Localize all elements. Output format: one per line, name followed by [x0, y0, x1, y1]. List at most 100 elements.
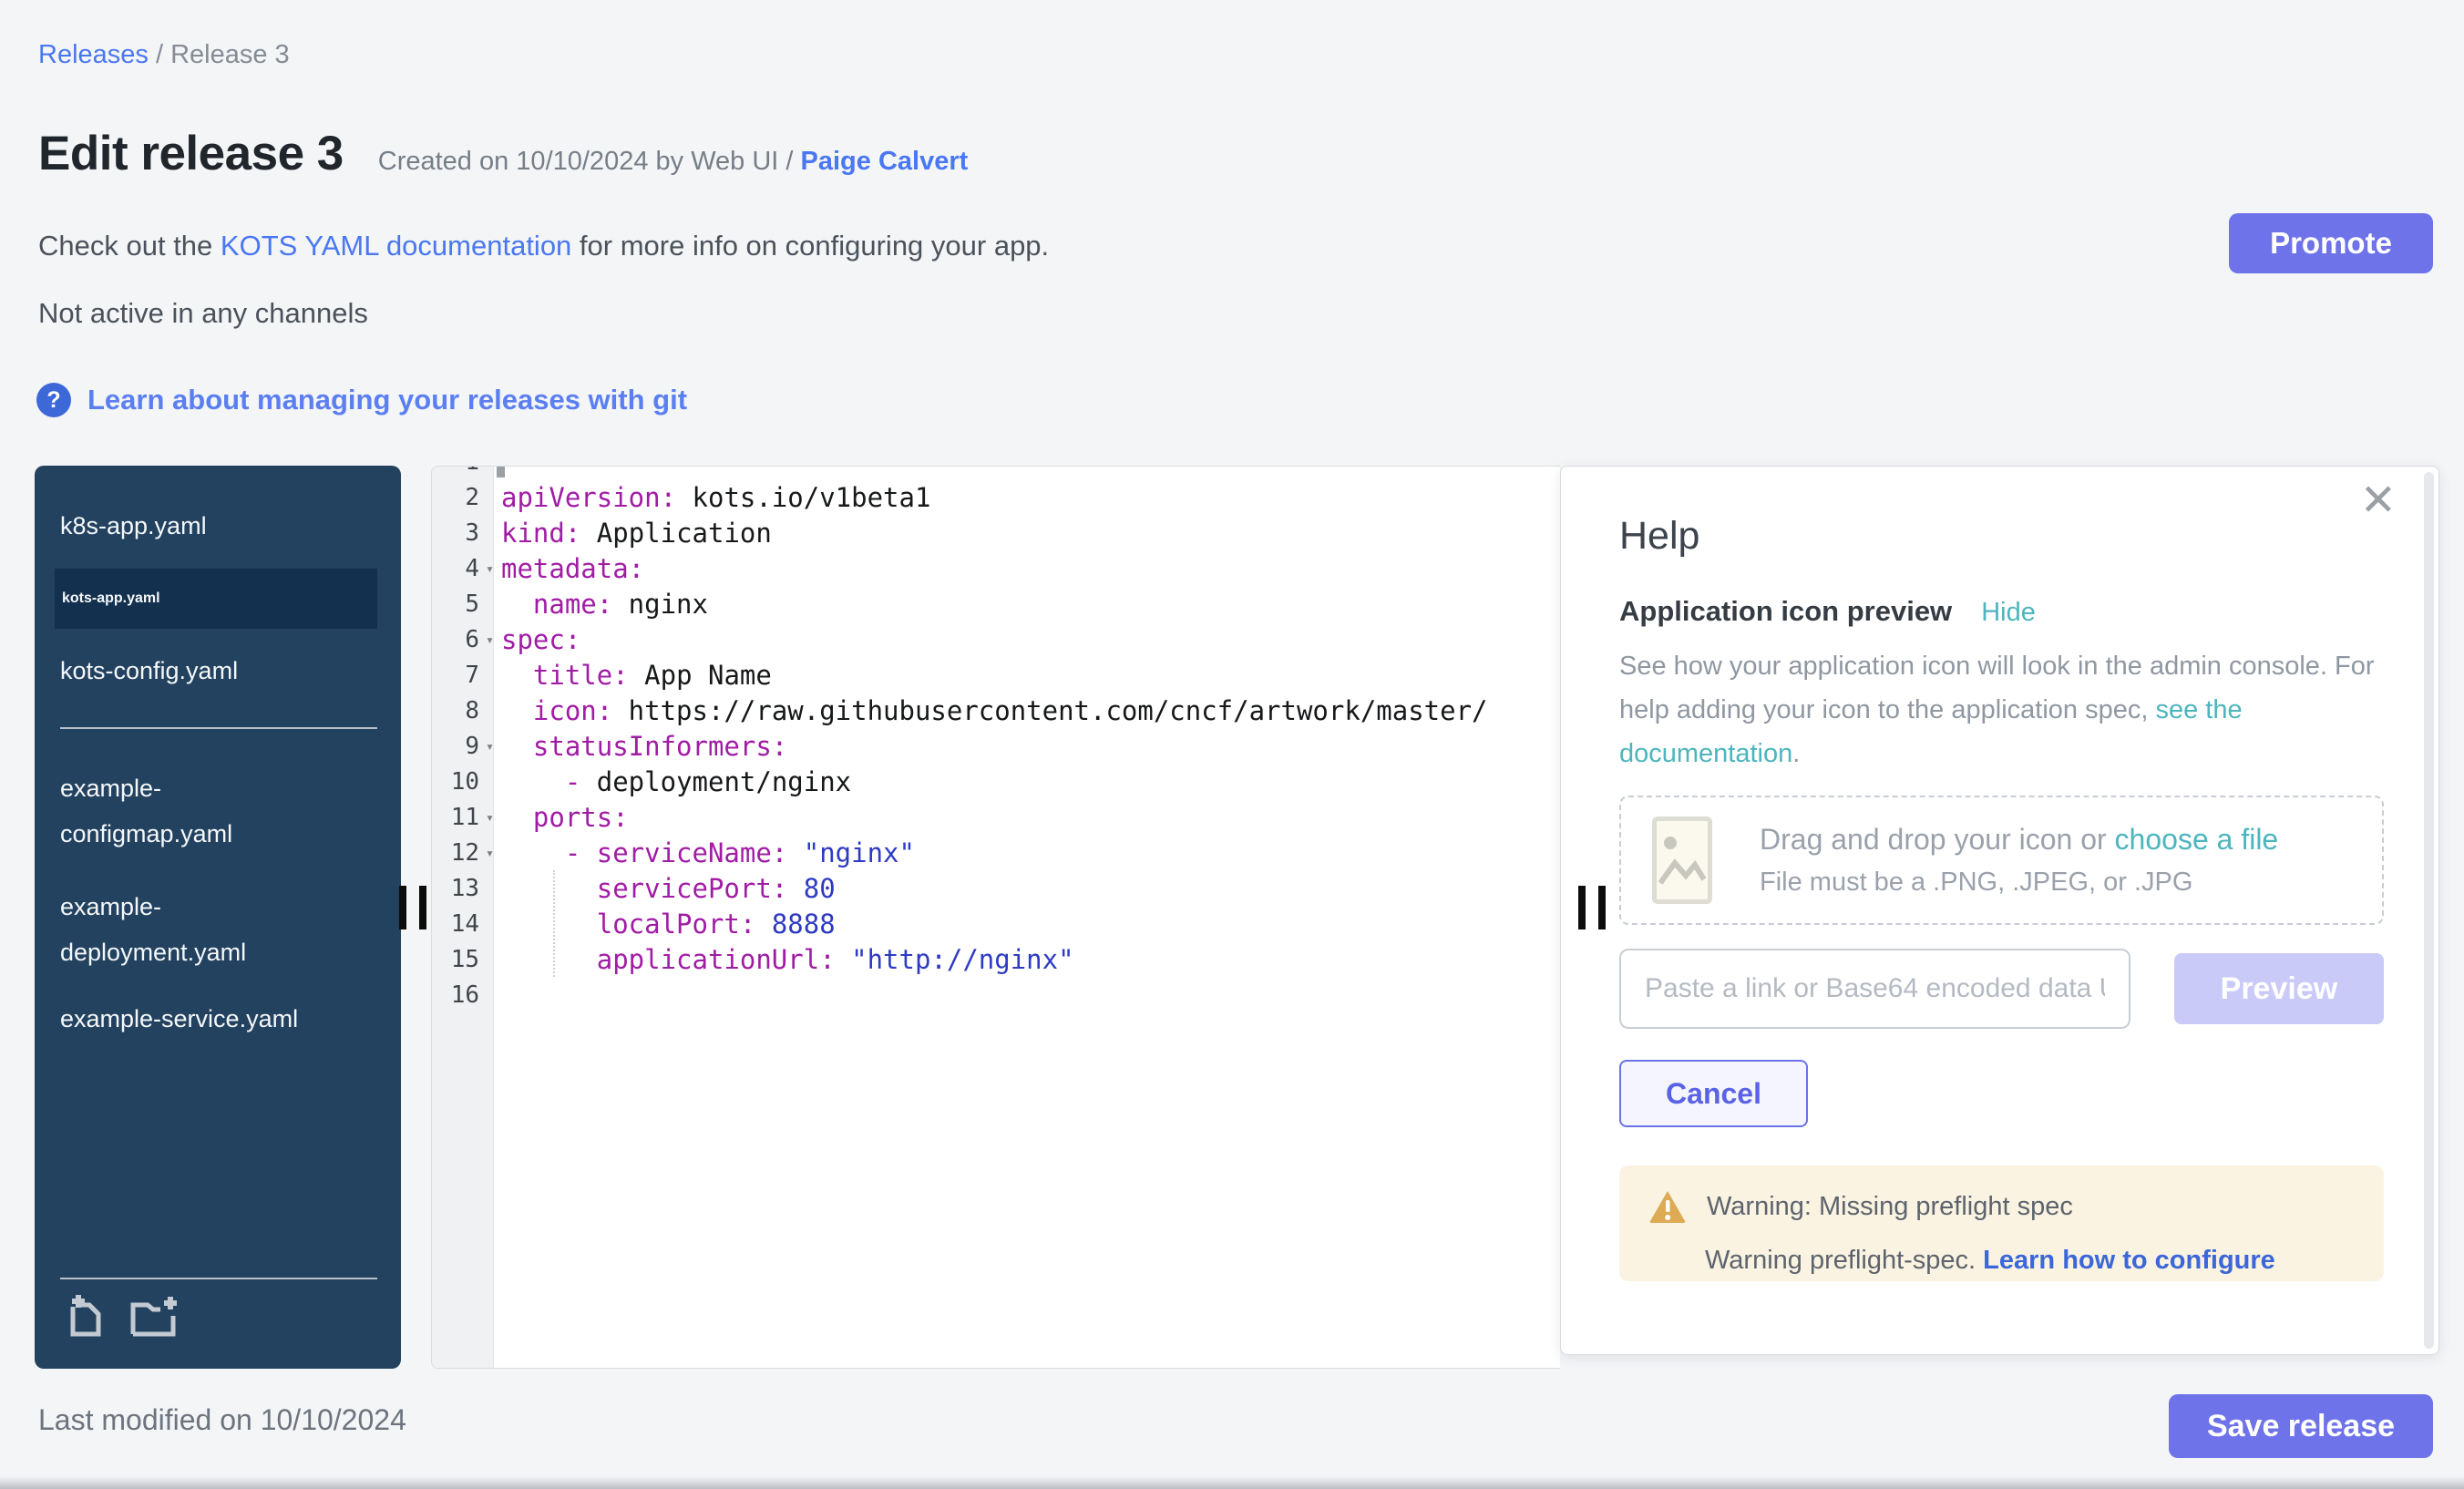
panel-resize-handle-right[interactable] [1578, 886, 1607, 929]
help-description: See how your application icon will look … [1619, 644, 2384, 775]
code-text: spec: [494, 624, 580, 655]
line-number: 8 [432, 697, 494, 724]
code-text: metadata: [494, 553, 644, 584]
file-item-example-service.yaml[interactable]: example-service.yaml [35, 1001, 401, 1037]
edit-release-page: Releases / Release 3 Edit release 3 Crea… [0, 0, 2464, 1489]
file-item-k8s-app.yaml[interactable]: k8s-app.yaml [35, 508, 401, 544]
kots-yaml-doc-link[interactable]: KOTS YAML documentation [221, 230, 571, 262]
intro-post: for more info on configuring your app. [571, 230, 1049, 262]
warning-detail: Warning preflight-spec. [1705, 1246, 1983, 1275]
code-line-9[interactable]: 9▾ statusInformers: [432, 728, 1560, 764]
help-scrollbar[interactable] [2424, 472, 2434, 1349]
editor-cursor [497, 466, 505, 478]
line-number: 15 [432, 946, 494, 973]
close-icon[interactable]: ✕ [2360, 479, 2397, 523]
fold-arrow-icon[interactable]: ▾ [486, 809, 494, 826]
code-text: name: nginx [494, 589, 708, 620]
question-circle-icon: ? [36, 383, 71, 417]
fold-arrow-icon[interactable]: ▾ [486, 632, 494, 648]
panel-resize-handle-left[interactable] [399, 886, 428, 929]
cancel-button[interactable]: Cancel [1619, 1060, 1808, 1127]
code-line-3[interactable]: 3kind: Application [432, 515, 1560, 550]
code-text: statusInformers: [494, 731, 787, 762]
git-help-row[interactable]: ? Learn about managing your releases wit… [36, 383, 687, 417]
breadcrumb-separator: / [149, 40, 170, 69]
code-line-1[interactable]: 1--- [432, 466, 1560, 479]
file-sidebar: k8s-app.yaml kots-app.yaml kots-config.yam… [35, 466, 401, 1369]
created-info: Created on 10/10/2024 by Web UI / Paige … [378, 147, 969, 177]
file-item-kots-app.yaml[interactable]: kots-app.yaml [55, 569, 377, 629]
add-file-icon[interactable] [64, 1294, 106, 1340]
last-modified-text: Last modified on 10/10/2024 [38, 1403, 406, 1437]
preflight-warning-box: Warning: Missing preflight spec Warning … [1619, 1166, 2384, 1281]
promote-button[interactable]: Promote [2229, 213, 2433, 273]
code-text: servicePort: 80 [494, 873, 836, 904]
file-item-kots-config.yaml[interactable]: kots-config.yaml [35, 652, 401, 689]
code-line-14[interactable]: 14 localPort: 8888 [432, 906, 1560, 941]
icon-url-input[interactable] [1619, 949, 2130, 1029]
code-line-8[interactable]: 8 icon: https://raw.githubusercontent.co… [432, 693, 1560, 728]
learn-configure-link[interactable]: Learn how to configure [1983, 1246, 2275, 1275]
created-text: Created on 10/10/2024 by Web UI / [378, 147, 801, 176]
created-author-link[interactable]: Paige Calvert [801, 147, 969, 176]
code-text: kind: Application [494, 518, 772, 549]
file-list: k8s-app.yaml kots-app.yaml kots-config.yam… [35, 466, 401, 1037]
breadcrumb: Releases / Release 3 [38, 40, 290, 70]
code-line-2[interactable]: 2apiVersion: kots.io/v1beta1 [432, 479, 1560, 515]
sidebar-bottom-divider [60, 1278, 377, 1279]
dropzone-filetypes-text: File must be a .PNG, .JPEG, or .JPG [1760, 868, 2278, 898]
code-text: - serviceName: "nginx" [494, 837, 915, 868]
help-title: Help [1619, 514, 2384, 559]
choose-file-link[interactable]: choose a file [2115, 823, 2279, 856]
line-number: 10 [432, 768, 494, 796]
help-desc-text: See how your application icon will look … [1619, 652, 2375, 724]
hide-link[interactable]: Hide [1981, 598, 2036, 628]
line-number: 11▾ [432, 804, 494, 831]
code-line-15[interactable]: 15 applicationUrl: "http://nginx" [432, 941, 1560, 977]
add-folder-icon[interactable] [129, 1294, 179, 1340]
fold-arrow-icon[interactable]: ▾ [486, 560, 494, 577]
intro-line: Check out the KOTS YAML documentation fo… [38, 230, 1049, 262]
code-line-4[interactable]: 4▾metadata: [432, 550, 1560, 586]
code-line-7[interactable]: 7 title: App Name [432, 657, 1560, 693]
file-item-example-configmap.yaml[interactable]: example-configmap.yaml [35, 765, 401, 857]
line-number: 12▾ [432, 839, 494, 867]
line-number: 9▾ [432, 733, 494, 760]
code-line-13[interactable]: 13 servicePort: 80 [432, 870, 1560, 906]
page-title: Edit release 3 [38, 126, 344, 181]
intro-pre: Check out the [38, 230, 221, 262]
main-area: k8s-app.yaml kots-app.yaml kots-config.yam… [0, 466, 2464, 1369]
line-number: 3 [432, 519, 494, 547]
git-help-link[interactable]: Learn about managing your releases with … [87, 384, 687, 416]
code-line-6[interactable]: 6▾spec: [432, 621, 1560, 657]
code-text: - deployment/nginx [494, 766, 851, 797]
icon-dropzone[interactable]: Drag and drop your icon or choose a file… [1619, 796, 2384, 925]
icon-preview-title: Application icon preview [1619, 595, 1952, 628]
channel-status-text: Not active in any channels [38, 297, 368, 330]
window-bottom-edge [0, 1476, 2464, 1489]
warning-title: Warning: Missing preflight spec [1707, 1192, 2073, 1222]
save-release-button[interactable]: Save release [2169, 1394, 2433, 1458]
image-placeholder-icon [1652, 816, 1712, 904]
preview-button[interactable]: Preview [2174, 953, 2384, 1024]
file-item-example-deployment.yaml[interactable]: example-deployment.yaml [35, 884, 401, 975]
breadcrumb-releases-link[interactable]: Releases [38, 40, 149, 69]
dropzone-text: Drag and drop your icon or [1760, 823, 2115, 856]
code-text: ports: [494, 802, 629, 833]
line-number: 7 [432, 662, 494, 689]
code-line-5[interactable]: 5 name: nginx [432, 586, 1560, 621]
code-line-11[interactable]: 11▾ ports: [432, 799, 1560, 835]
code-line-12[interactable]: 12▾ - serviceName: "nginx" [432, 835, 1560, 870]
title-row: Edit release 3 Created on 10/10/2024 by … [38, 126, 968, 181]
code-line-16[interactable]: 16 [432, 977, 1560, 1012]
yaml-editor[interactable]: 1---2apiVersion: kots.io/v1beta13kind: A… [431, 466, 1560, 1369]
line-number: 13 [432, 875, 494, 902]
line-number: 1 [432, 466, 494, 476]
code-text: title: App Name [494, 660, 772, 691]
fold-arrow-icon[interactable]: ▾ [486, 845, 494, 861]
line-number: 14 [432, 910, 494, 938]
fold-arrow-icon[interactable]: ▾ [486, 738, 494, 755]
code-line-10[interactable]: 10 - deployment/nginx [432, 764, 1560, 799]
code-text: localPort: 8888 [494, 909, 836, 940]
line-number: 4▾ [432, 555, 494, 582]
